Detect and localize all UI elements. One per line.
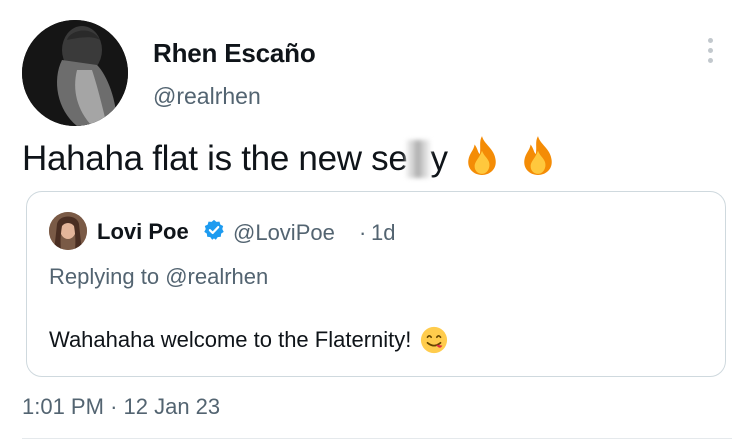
quoted-author-name[interactable]: Lovi Poe: [97, 219, 189, 245]
timestamp-date[interactable]: 12 Jan 23: [124, 394, 221, 419]
timestamp-separator: ·: [110, 394, 118, 419]
author-handle[interactable]: @realrhen: [153, 83, 261, 110]
replying-to-prefix: Replying to: [49, 264, 166, 289]
quoted-author-avatar[interactable]: [49, 212, 87, 250]
fire-emoji-icon: [468, 136, 496, 175]
fire-emoji-icon: [523, 136, 552, 175]
quoted-avatar-photo: [49, 212, 87, 250]
tweet-text-after: y: [430, 139, 449, 178]
face-savoring-food-emoji-icon: [420, 326, 447, 354]
quoted-tweet-card[interactable]: Lovi Poe @LoviPoe · 1d Replying to @real…: [26, 191, 726, 377]
tweet-text-before: Hahaha flat is the new se: [22, 139, 408, 178]
censored-letter: [405, 140, 430, 178]
author-avatar[interactable]: [22, 20, 128, 126]
author-name[interactable]: Rhen Escaño: [153, 38, 316, 69]
tweet-text: Hahaha flat is the new se y: [22, 134, 559, 179]
separator-dot: ·: [359, 220, 367, 245]
replying-to-handle[interactable]: @realrhen: [165, 264, 268, 289]
avatar-photo: [22, 20, 128, 126]
quoted-tweet-text: Wahahaha welcome to the Flaternity!: [49, 326, 448, 354]
quoted-text: Wahahaha welcome to the Flaternity!: [49, 327, 412, 352]
quoted-time-ago[interactable]: 1d: [371, 220, 395, 246]
divider: [22, 438, 732, 439]
quoted-author-handle[interactable]: @LoviPoe: [233, 220, 335, 246]
replying-to-line: Replying to @realrhen: [49, 264, 268, 290]
timestamp-time[interactable]: 1:01 PM: [22, 394, 104, 419]
tweet-timestamp[interactable]: 1:01 PM · 12 Jan 23: [22, 394, 220, 420]
more-options-icon[interactable]: [700, 38, 720, 70]
verified-badge-icon: [204, 219, 224, 240]
